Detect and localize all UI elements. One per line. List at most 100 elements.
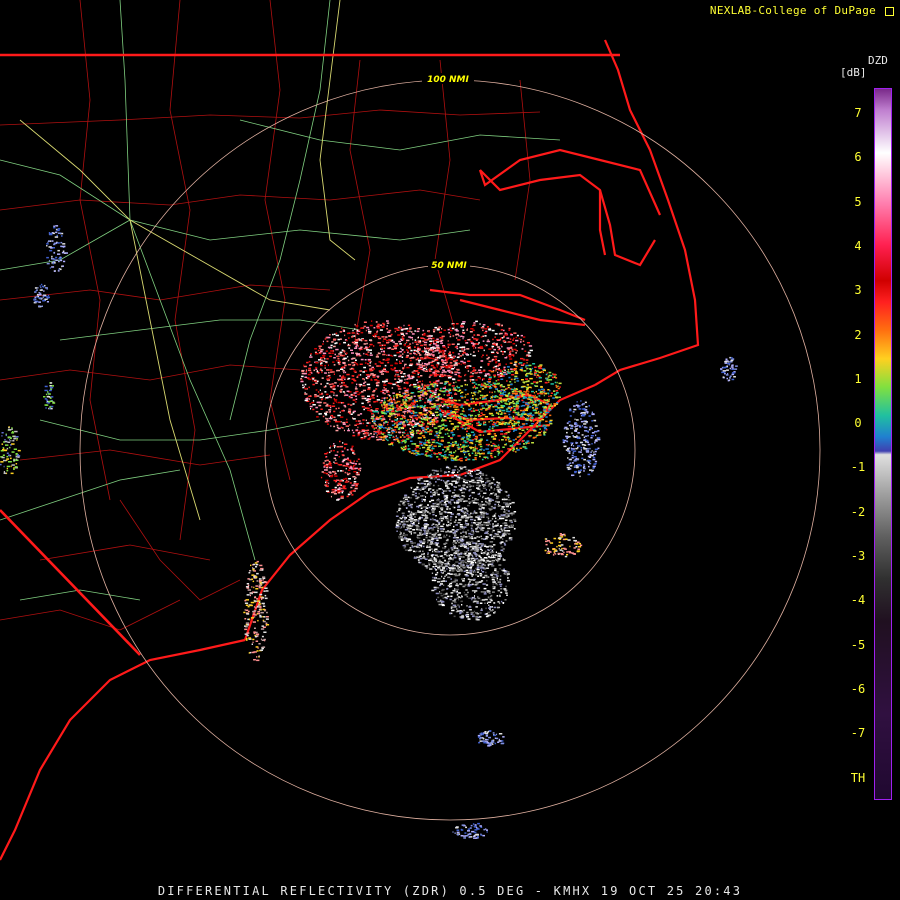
echo-pixel [403, 547, 406, 549]
echo-pixel [375, 416, 378, 418]
echo-pixel [316, 380, 319, 383]
echo-pixel [436, 329, 440, 331]
echo-pixel [461, 489, 463, 491]
echo-pixel [490, 399, 494, 402]
echo-pixel [540, 393, 544, 395]
echo-pixel [487, 339, 489, 341]
echo-pixel [316, 395, 320, 397]
echo-pixel [382, 432, 386, 434]
echo-pixel [532, 420, 535, 423]
echo-pixel [421, 563, 425, 566]
echo-pixel [330, 414, 334, 417]
echo-pixel [505, 532, 509, 534]
echo-pixel [437, 567, 441, 570]
echo-pixel [409, 514, 413, 516]
echo-pixel [392, 392, 395, 394]
echo-pixel [503, 542, 506, 545]
echo-pixel [480, 529, 483, 531]
echo-pixel [354, 343, 358, 345]
echo-pixel [522, 385, 526, 388]
echo-pixel [314, 394, 317, 396]
echo-pixel [462, 444, 466, 446]
echo-pixel [540, 386, 543, 388]
echo-pixel [483, 449, 485, 451]
echo-pixel [324, 367, 326, 369]
echo-pixel [446, 428, 448, 430]
echo-pixel [467, 339, 471, 341]
echo-pixel [361, 406, 365, 408]
echo-pixel [447, 340, 449, 342]
echo-pixel [490, 450, 494, 452]
echo-pixel [439, 428, 444, 430]
echo-pixel [437, 545, 440, 548]
echo-pixel [427, 476, 431, 478]
echo-pixel [472, 407, 475, 410]
echo-pixel [421, 500, 423, 502]
echo-pixel [477, 526, 479, 528]
echo-pixel [384, 388, 387, 390]
echo-pixel [400, 333, 404, 335]
echo-pixel [452, 435, 454, 437]
echo-pixel [452, 427, 455, 429]
echo-pixel [425, 567, 428, 569]
echo-pixel [435, 370, 439, 373]
echo-pixel [429, 423, 432, 425]
echo-pixel [408, 524, 412, 526]
echo-pixel [440, 387, 442, 390]
echo-pixel [366, 425, 368, 427]
echo-pixel [419, 557, 423, 560]
echo-pixel [546, 401, 548, 403]
echo-pixel [499, 413, 503, 415]
echo-pixel [420, 424, 424, 426]
echo-pixel [440, 366, 443, 368]
echo-pixel [343, 394, 346, 397]
echo-pixel [480, 521, 482, 523]
echo-pixel [453, 485, 455, 488]
echo-pixel [398, 369, 401, 372]
echo-pixel [538, 422, 541, 424]
echo-pixel [344, 378, 346, 381]
echo-pixel [543, 394, 545, 397]
echo-pixel [381, 347, 383, 350]
echo-pixel [424, 483, 427, 485]
echo-pixel [461, 491, 463, 494]
echo-pixel [342, 427, 344, 429]
echo-pixel [496, 529, 500, 531]
echo-pixel [407, 393, 410, 396]
echo-pixel [423, 511, 426, 514]
echo-pixel [482, 324, 486, 326]
echo-pixel [498, 397, 502, 399]
echo-pixel [500, 517, 505, 520]
echo-pixel [528, 391, 530, 393]
echo-pixel [536, 422, 538, 424]
echo-pixel [432, 347, 436, 349]
echo-pixel [448, 508, 451, 510]
echo-pixel [416, 486, 419, 488]
echo-pixel [538, 413, 542, 415]
echo-pixel [507, 397, 509, 400]
echo-pixel [444, 499, 446, 501]
echo-pixel [363, 343, 367, 345]
echo-pixel [536, 374, 539, 376]
echo-pixel [442, 345, 446, 347]
echo-pixel [496, 535, 500, 538]
echo-pixel [467, 562, 471, 564]
echo-pixel [495, 361, 498, 363]
echo-pixel [312, 404, 316, 406]
echo-pixel [400, 440, 402, 442]
echo-pixel [409, 527, 412, 530]
echo-pixel [510, 370, 514, 373]
echo-pixel [428, 488, 432, 490]
echo-pixel [467, 450, 470, 452]
echo-pixel [394, 345, 396, 347]
echo-pixel [455, 455, 459, 458]
echo-pixel [396, 421, 398, 423]
echo-pixel [431, 441, 435, 444]
echo-pixel [395, 524, 399, 526]
echo-pixel [359, 413, 363, 415]
echo-pixel [470, 470, 473, 473]
echo-pixel [372, 414, 374, 416]
echo-pixel [436, 478, 441, 481]
echo-pixel [394, 362, 397, 364]
echo-pixel [484, 335, 487, 337]
